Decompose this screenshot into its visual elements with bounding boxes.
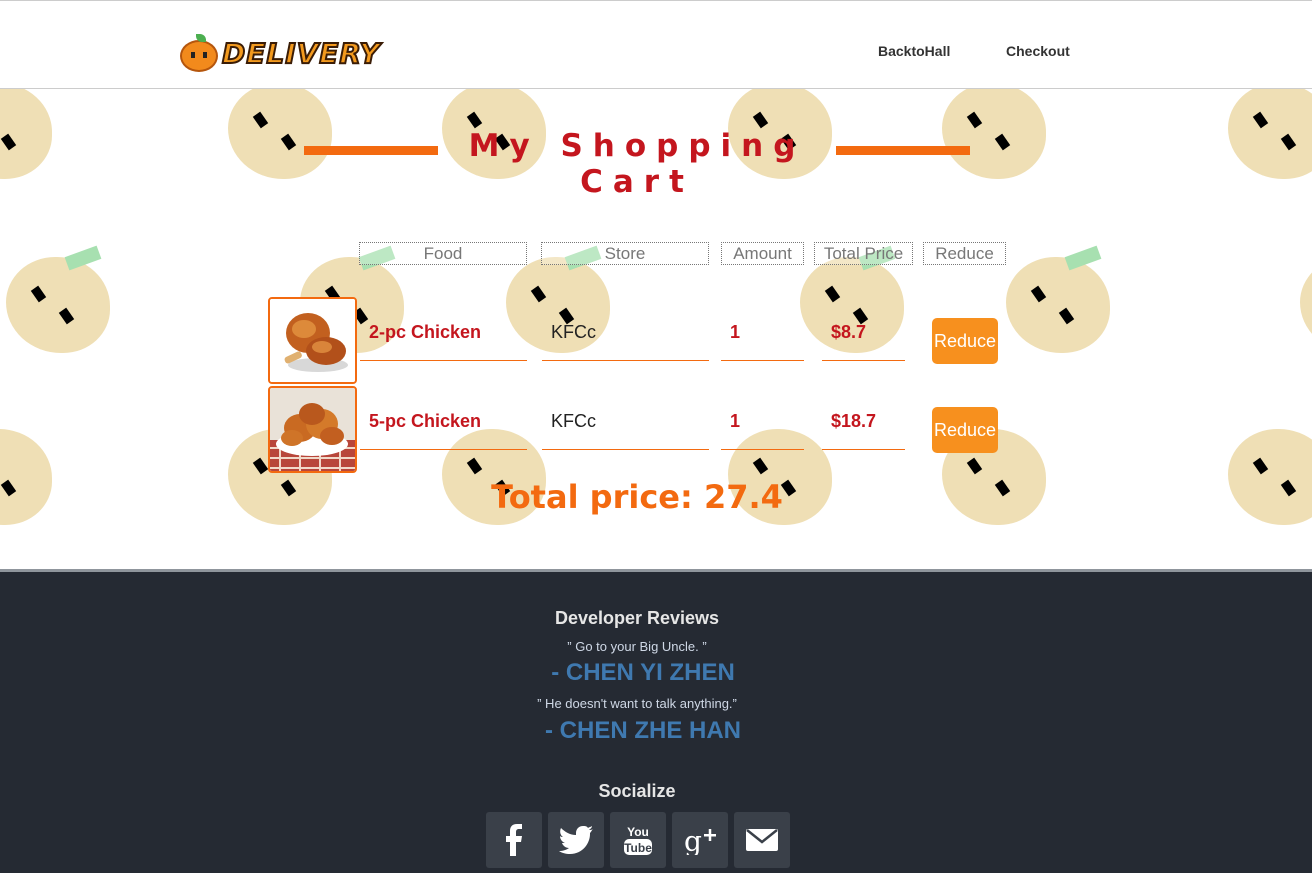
svg-text:You: You	[627, 825, 649, 839]
footer: Developer Reviews ” Go to your Big Uncle…	[0, 569, 1312, 873]
developer-reviews-heading: Developer Reviews	[554, 608, 720, 628]
reduce-button[interactable]: Reduce	[932, 318, 998, 364]
food-name: 2-pc Chicken	[360, 321, 527, 361]
reduce-button[interactable]: Reduce	[932, 407, 998, 453]
column-header-store: Store	[541, 242, 709, 265]
column-header-total-price: Total Price	[814, 242, 913, 265]
fried-chicken-icon	[270, 299, 355, 382]
fried-chicken-platter-icon	[270, 388, 355, 471]
review-quote: ” Go to your Big Uncle. ”	[567, 639, 707, 654]
store-name: KFCc	[542, 410, 709, 450]
bun-decoration	[1228, 89, 1312, 179]
social-links: You Tube g	[486, 812, 790, 868]
store-name: KFCc	[542, 321, 709, 361]
cart-total-price: Total price: 27.4	[491, 478, 783, 516]
logo-text: DELIVERY	[221, 36, 381, 71]
top-navbar: DELIVERY BacktoHall Checkout	[0, 0, 1312, 89]
google-plus-icon[interactable]: g	[672, 812, 728, 868]
socialize-heading: Socialize	[598, 781, 676, 801]
mail-icon[interactable]	[734, 812, 790, 868]
table-row: 2-pc Chicken KFCc 1 $8.7 Reduce	[0, 297, 1312, 386]
amount-value: 1	[721, 410, 804, 450]
facebook-icon[interactable]	[486, 812, 542, 868]
bun-decoration	[0, 89, 52, 179]
nav-link-checkout[interactable]: Checkout	[1006, 43, 1070, 59]
amount-value: 1	[721, 321, 804, 361]
table-row: 5-pc Chicken KFCc 1 $18.7 Reduce	[0, 386, 1312, 475]
review-author: - CHEN ZHE HAN	[545, 717, 741, 744]
page-title-block: My Shopping Cart	[304, 128, 970, 200]
food-name: 5-pc Chicken	[360, 410, 527, 450]
food-image-5pc-chicken	[268, 386, 357, 473]
svg-text:g: g	[684, 825, 702, 855]
orange-mascot-icon	[180, 34, 218, 72]
column-header-amount: Amount	[721, 242, 804, 265]
svg-text:Tube: Tube	[624, 841, 652, 855]
title-divider-right	[836, 146, 970, 155]
column-header-food: Food	[359, 242, 527, 265]
review-quote: ” He doesn't want to talk anything.”	[537, 696, 737, 711]
total-price-value: $18.7	[822, 410, 905, 450]
total-price-value: $8.7	[822, 321, 905, 361]
column-header-reduce: Reduce	[923, 242, 1006, 265]
twitter-icon[interactable]	[548, 812, 604, 868]
youtube-icon[interactable]: You Tube	[610, 812, 666, 868]
cart-main-area: My Shopping Cart Food Store Amount Total…	[0, 89, 1312, 570]
delivery-logo[interactable]: DELIVERY	[180, 34, 381, 72]
review-author: - CHEN YI ZHEN	[551, 659, 735, 686]
title-divider-left	[304, 146, 438, 155]
page-title: My Shopping Cart	[468, 128, 806, 200]
food-image-2pc-chicken	[268, 297, 357, 384]
nav-link-backtohall[interactable]: BacktoHall	[878, 43, 950, 59]
